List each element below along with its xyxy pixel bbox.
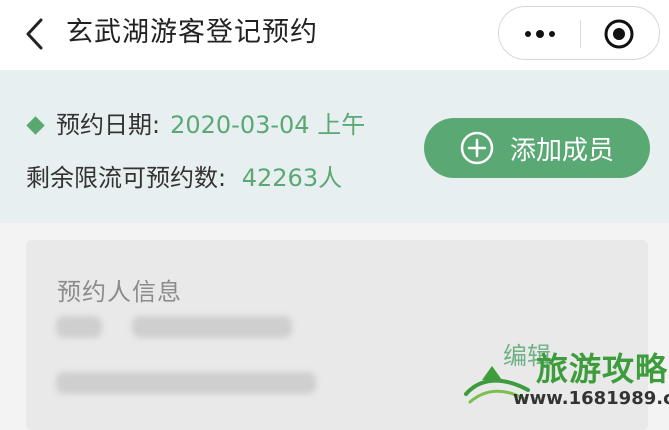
blurred-id-number: [56, 372, 316, 394]
add-member-label: 添加成员: [509, 135, 614, 166]
diamond-icon: [26, 115, 45, 135]
booking-date-label: 预约日期:: [56, 111, 161, 139]
plus-circle-icon: [460, 131, 494, 165]
blurred-phone: [132, 316, 292, 338]
booking-date-row: 预约日期: 2020-03-04 上午: [26, 108, 365, 142]
remaining-quota-row: 剩余限流可预约数: 42263人: [26, 161, 342, 195]
mini-program-capsule: [498, 6, 660, 60]
blurred-name: [56, 316, 102, 338]
add-member-button[interactable]: 添加成员: [424, 118, 650, 178]
remaining-quota-label: 剩余限流可预约数:: [26, 164, 227, 192]
more-button[interactable]: [523, 7, 557, 61]
target-icon[interactable]: [603, 18, 635, 50]
booking-date-value: 2020-03-04 上午: [170, 111, 366, 139]
capsule-divider: [580, 20, 581, 48]
back-button[interactable]: [18, 14, 52, 54]
watermark-url: www.1681989.cn: [513, 388, 669, 409]
more-dots-icon: [525, 31, 531, 37]
nav-header: 玄武湖游客登记预约: [0, 0, 669, 70]
page-title: 玄武湖游客登记预约: [66, 17, 318, 48]
booker-info-title: 预约人信息: [57, 278, 182, 306]
chevron-left-icon: [26, 18, 43, 50]
remaining-quota-value: 42263人: [241, 164, 343, 192]
watermark-brand: 旅游攻略: [536, 350, 669, 388]
